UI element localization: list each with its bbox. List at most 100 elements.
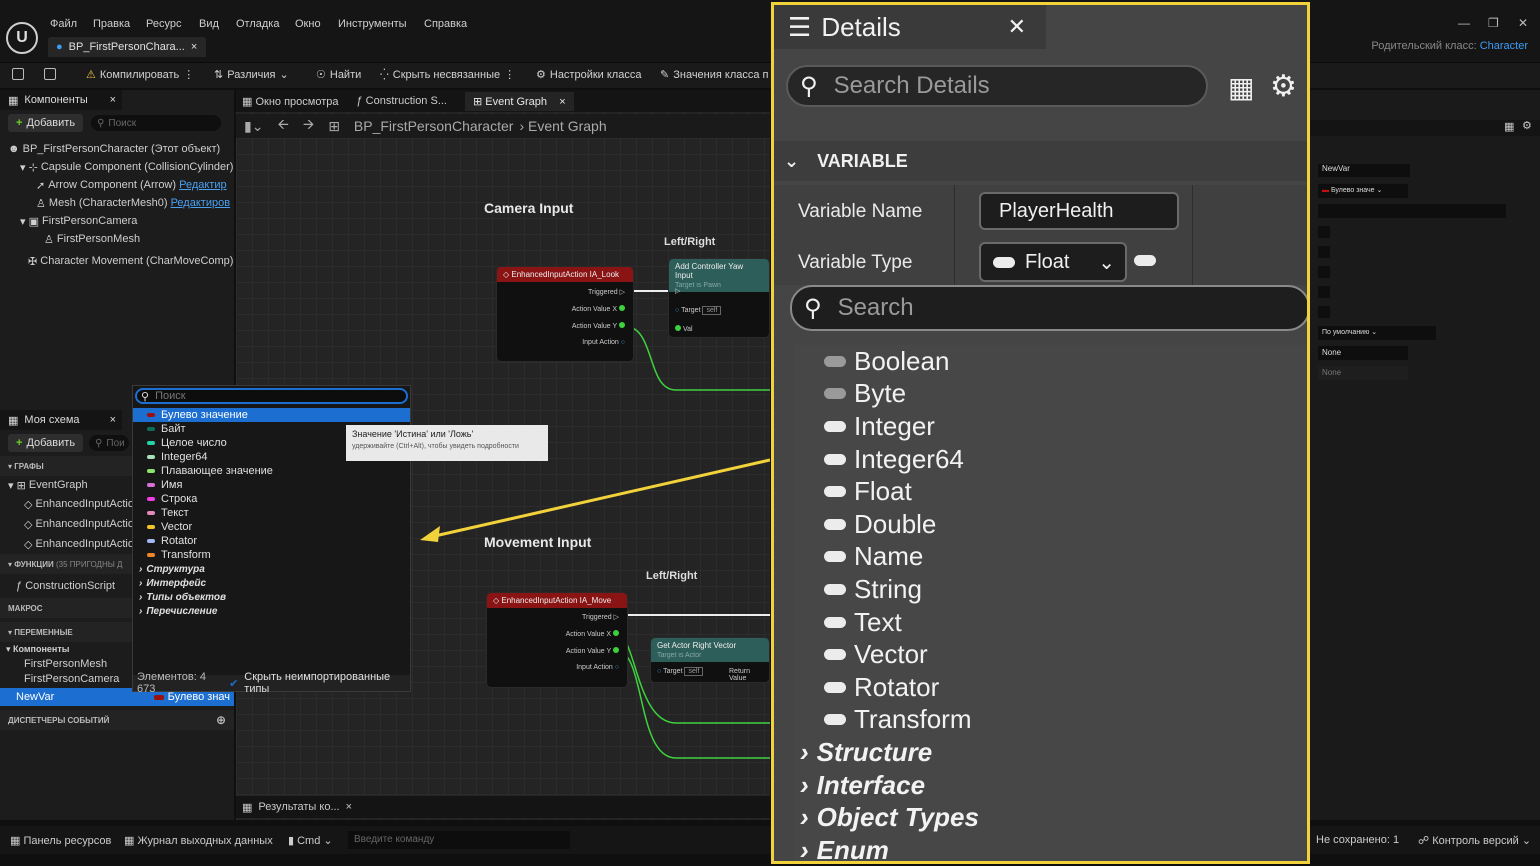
variable-name-input[interactable]: PlayerHealth bbox=[979, 192, 1179, 230]
source-control-button[interactable]: ☍ Контроль версий ⌄ bbox=[1418, 834, 1531, 847]
close-icon[interactable]: × bbox=[110, 414, 116, 426]
type-option[interactable]: Vector bbox=[794, 638, 1307, 671]
unreal-logo-icon[interactable]: U bbox=[6, 22, 38, 54]
category-object-types[interactable]: › Object Types bbox=[794, 801, 1307, 834]
close-window-icon[interactable]: ✕ bbox=[1518, 16, 1528, 30]
section-variable[interactable]: ⌄ VARIABLE bbox=[774, 141, 1307, 181]
close-icon[interactable]: ✕ bbox=[1008, 14, 1026, 40]
node-right-vector[interactable]: Get Actor Right Vector Target is Actor ○ … bbox=[650, 637, 770, 683]
pin-target[interactable]: ○ Target self bbox=[657, 667, 704, 676]
output-log-button[interactable]: ▦ Журнал выходных данных bbox=[124, 834, 273, 847]
results-tab[interactable]: ▦ Результаты ко... × bbox=[236, 796, 770, 818]
browse-icon[interactable] bbox=[44, 68, 56, 80]
add-button[interactable]: + Добавить bbox=[8, 434, 84, 452]
close-icon[interactable]: × bbox=[110, 94, 116, 106]
compile-button[interactable]: ⚠ Компилировать ⋮ bbox=[86, 68, 194, 82]
node-add-yaw[interactable]: Add Controller Yaw Input Target is Pawn ▷… bbox=[668, 258, 770, 338]
right-type-dropdown[interactable]: ▬ Булево значе ⌄ bbox=[1318, 184, 1408, 198]
right-none-dropdown[interactable]: None bbox=[1318, 346, 1408, 360]
document-tab[interactable]: ● BP_FirstPersonChara... × bbox=[48, 37, 206, 57]
content-drawer-button[interactable]: ▦ Панель ресурсов bbox=[10, 834, 111, 847]
minimize-icon[interactable]: — bbox=[1458, 16, 1470, 30]
pin-action-x[interactable]: Action Value X bbox=[566, 630, 619, 638]
save-icon[interactable] bbox=[12, 68, 24, 80]
checkbox[interactable] bbox=[1318, 306, 1330, 318]
find-button[interactable]: ☉ Найти bbox=[316, 68, 361, 82]
my-blueprint-search[interactable]: ⚲ Пои bbox=[89, 435, 130, 451]
class-defaults-button[interactable]: ✎ Значения класса п bbox=[660, 68, 769, 82]
tree-item-fpmesh[interactable]: ♙ FirstPersonMesh bbox=[8, 230, 234, 248]
menu-asset[interactable]: Ресурс bbox=[146, 18, 181, 30]
tree-item-camera[interactable]: ▾ ▣ FirstPersonCamera bbox=[8, 212, 234, 230]
category-enum[interactable]: › Enum bbox=[794, 834, 1307, 861]
type-option[interactable]: Булево значение bbox=[133, 408, 410, 422]
type-option[interactable]: Byte bbox=[794, 378, 1307, 411]
node-ia-look[interactable]: ◇ EnhancedInputAction IA_Look Triggered … bbox=[496, 266, 634, 362]
category-interface[interactable]: › Interface bbox=[794, 769, 1307, 802]
checkbox-checked-icon[interactable]: ✔ bbox=[229, 677, 238, 690]
menu-tools[interactable]: Инструменты bbox=[338, 18, 407, 30]
type-search-input[interactable]: ⚲ Search bbox=[790, 285, 1307, 331]
components-search[interactable]: ⚲ Поиск bbox=[91, 115, 222, 131]
menu-help[interactable]: Справка bbox=[424, 18, 467, 30]
cmd-dropdown[interactable]: ▮ Cmd ⌄ bbox=[288, 834, 333, 847]
tree-item-mesh[interactable]: ♙ Mesh (CharacterMesh0) Редактиров bbox=[8, 194, 234, 212]
category-structure[interactable]: › Structure bbox=[794, 736, 1307, 769]
gear-icon[interactable]: ⚙ bbox=[1270, 69, 1297, 104]
console-input[interactable]: Введите команду bbox=[348, 831, 570, 849]
type-option[interactable]: Текст bbox=[133, 506, 410, 520]
details-tab[interactable]: ☰ Details ✕ bbox=[774, 5, 1046, 49]
type-option[interactable]: Rotator bbox=[794, 671, 1307, 704]
pin-triggered[interactable]: Triggered ▷ bbox=[582, 613, 619, 621]
exec-pin[interactable]: ▷ bbox=[675, 287, 680, 295]
unsaved-indicator[interactable]: Не сохранено: 1 bbox=[1316, 834, 1399, 846]
category-enum[interactable]: › Перечисление bbox=[133, 604, 410, 618]
pin-return-value[interactable]: Return Value bbox=[729, 668, 769, 682]
category-structure[interactable]: › Структура bbox=[133, 562, 410, 576]
diff-button[interactable]: ⇅ Различия ⌄ bbox=[214, 68, 289, 82]
class-settings-button[interactable]: ⚙ Настройки класса bbox=[536, 68, 641, 82]
edit-link[interactable]: Редактиров bbox=[171, 197, 230, 209]
menu-file[interactable]: Файл bbox=[50, 18, 77, 30]
pin-triggered[interactable]: Triggered ▷ bbox=[588, 288, 625, 296]
pin-input-action[interactable]: Input Action ○ bbox=[582, 339, 625, 346]
type-option[interactable]: Boolean bbox=[794, 345, 1307, 378]
tree-item-capsule[interactable]: ▾ ⊹ Capsule Component (CollisionCylinder… bbox=[8, 158, 234, 176]
tree-item-movement[interactable]: ✠ Character Movement (CharMoveComp) bbox=[8, 252, 234, 270]
hide-unimported-label[interactable]: Скрыть неимпортированные типы bbox=[244, 671, 410, 695]
add-dispatcher-icon[interactable]: ⊕ bbox=[216, 713, 226, 727]
pin-val[interactable]: Val bbox=[675, 325, 693, 333]
type-option[interactable]: Name bbox=[794, 541, 1307, 574]
tree-item-self[interactable]: ☻ BP_FirstPersonCharacter (Этот объект) bbox=[8, 140, 234, 158]
type-option[interactable]: Float bbox=[794, 475, 1307, 508]
type-option[interactable]: Text bbox=[794, 606, 1307, 639]
checkbox[interactable] bbox=[1318, 266, 1330, 278]
type-option[interactable]: Integer bbox=[794, 410, 1307, 443]
tree-item-arrow[interactable]: ➚ Arrow Component (Arrow) Редактир bbox=[8, 176, 234, 194]
variable-type-dropdown[interactable]: Float ⌄ bbox=[979, 242, 1127, 282]
menu-debug[interactable]: Отладка bbox=[236, 18, 279, 30]
gear-icon[interactable]: ⚙ bbox=[1522, 119, 1532, 132]
category-interface[interactable]: › Интерфейс bbox=[133, 576, 410, 590]
edit-link[interactable]: Редактир bbox=[179, 179, 227, 191]
type-option[interactable]: String bbox=[794, 573, 1307, 606]
pin-input-action[interactable]: Input Action ○ bbox=[576, 664, 619, 671]
type-option[interactable]: Rotator bbox=[133, 534, 410, 548]
menu-window[interactable]: Окно bbox=[295, 18, 321, 30]
checkbox[interactable] bbox=[1318, 226, 1330, 238]
type-option[interactable]: Имя bbox=[133, 478, 410, 492]
right-default-dropdown[interactable]: По умолчанию ⌄ bbox=[1318, 326, 1436, 340]
hide-unrelated-button[interactable]: ⁛ Скрыть несвязанные ⋮ bbox=[380, 68, 515, 82]
type-option[interactable]: Transform bbox=[794, 704, 1307, 737]
section-dispatchers[interactable]: ДИСПЕТЧЕРЫ СОБЫТИЙ ⊕ bbox=[0, 710, 234, 730]
table-icon[interactable]: ▦ bbox=[1228, 71, 1254, 104]
pin-action-y[interactable]: Action Value Y bbox=[572, 322, 625, 330]
add-component-button[interactable]: + Добавить bbox=[8, 114, 84, 132]
container-type-button[interactable] bbox=[1134, 255, 1156, 269]
pin-target[interactable]: ○ Target self bbox=[675, 306, 722, 315]
type-option[interactable]: Vector bbox=[133, 520, 410, 534]
node-ia-move[interactable]: ◇ EnhancedInputAction IA_Move Triggered … bbox=[486, 592, 628, 688]
type-search-input[interactable]: ⚲ Поиск bbox=[135, 388, 408, 404]
right-newvar-field[interactable]: NewVar bbox=[1318, 164, 1410, 177]
type-option[interactable]: Double bbox=[794, 508, 1307, 541]
